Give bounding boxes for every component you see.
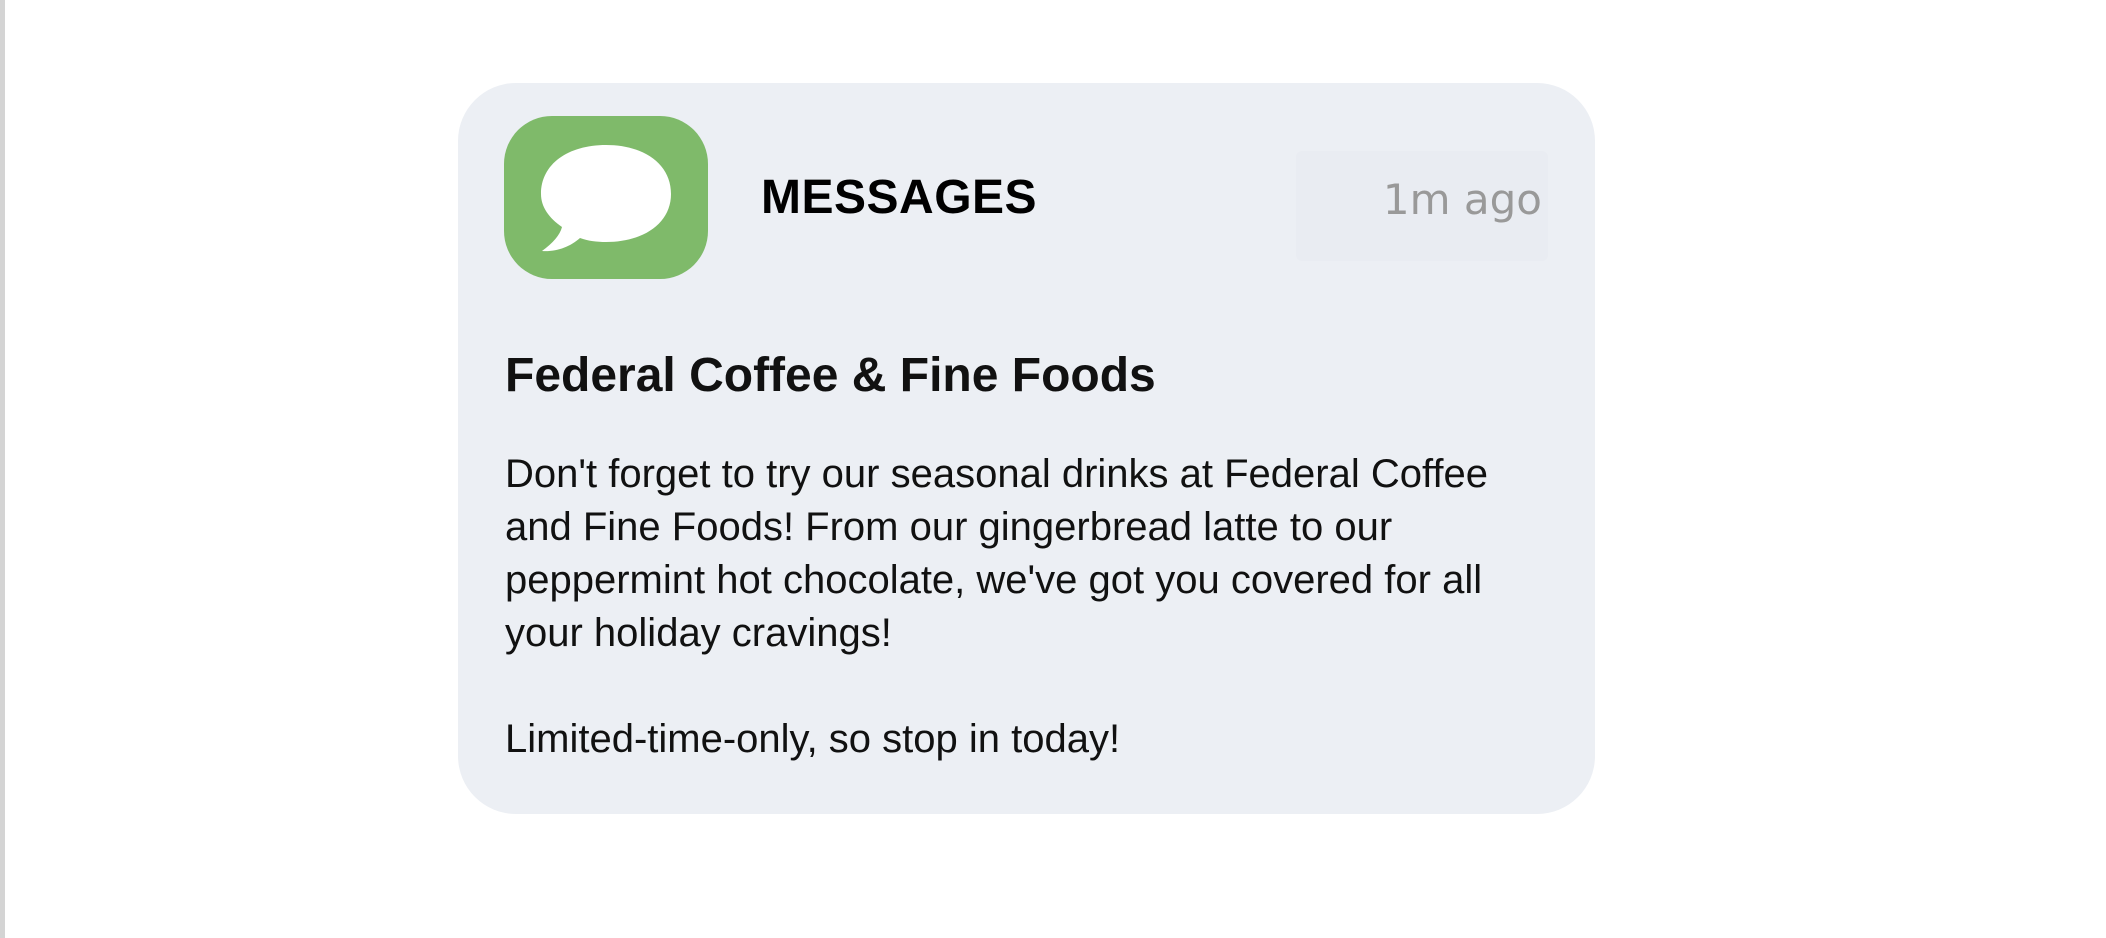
notification-title: Federal Coffee & Fine Foods [505,349,1156,402]
window-left-edge [0,0,5,938]
messages-icon [504,116,708,279]
body-paragraph: Don't forget to try our seasonal drinks … [505,452,1488,655]
notification-card[interactable]: MESSAGES 1m ago Federal Coffee & Fine Fo… [458,83,1595,814]
notification-body: Don't forget to try our seasonal drinks … [505,448,1515,766]
timestamp: 1m ago [1382,175,1542,224]
app-name: MESSAGES [761,171,1038,224]
body-paragraph: Limited-time-only, so stop in today! [505,717,1121,761]
